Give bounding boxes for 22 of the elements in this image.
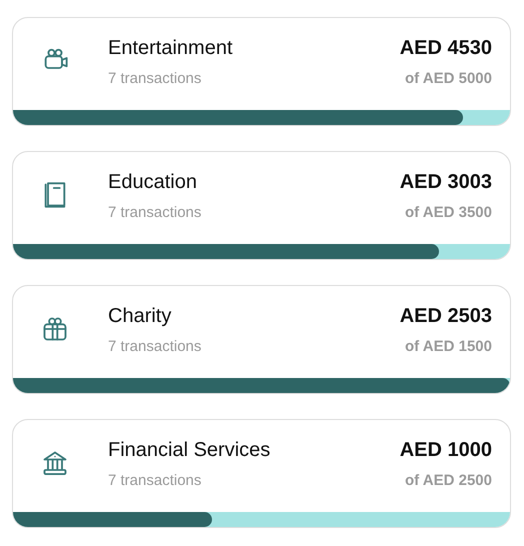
budget-limit: of AED 2500 [405,472,492,489]
transaction-count: 7 transactions [108,338,202,355]
spent-amount: AED 1000 [400,439,492,462]
transaction-count: 7 transactions [108,472,202,489]
category-card[interactable]: Entertainment 7 transactions AED 4530 of AED 5000 [12,17,511,126]
category-name: Charity [108,305,172,328]
category-card[interactable]: Financial Services 7 transactions AED 1000 of AED 2500 [12,419,511,528]
spent-amount: AED 2503 [400,305,492,328]
category-card[interactable]: Charity 7 transactions AED 2503 of AED 1500 [12,285,511,394]
category-name: Financial Services [108,439,272,462]
spent-amount: AED 3003 [400,171,492,194]
category-name: Entertainment [108,37,234,60]
transaction-count: 7 transactions [108,204,202,221]
budget-limit: of AED 5000 [405,70,492,87]
transaction-count: 7 transactions [108,70,202,87]
category-name: Education [108,171,198,194]
bank-icon [41,449,69,477]
budget-limit: of AED 1500 [405,338,492,355]
budget-limit: of AED 3500 [405,204,492,221]
category-card[interactable]: Education 7 transactions AED 3003 of AED 3500 [12,151,511,260]
gift-icon [41,315,69,343]
spent-amount: AED 4530 [400,37,492,60]
